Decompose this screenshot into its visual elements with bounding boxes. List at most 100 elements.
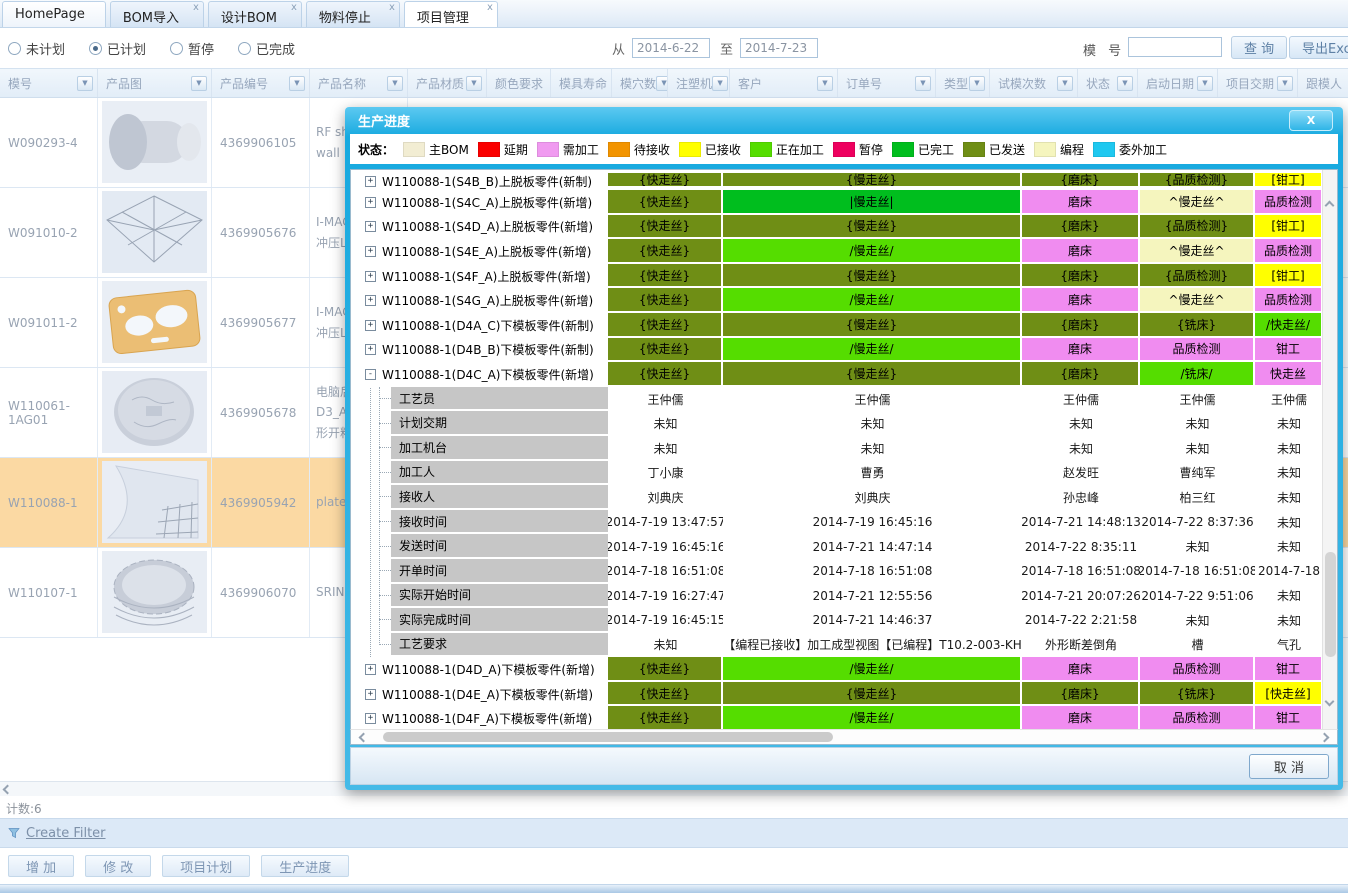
tab[interactable]: HomePage (2, 1, 106, 27)
expand-toggle-icon[interactable]: + (365, 713, 376, 724)
from-date-input[interactable] (632, 38, 710, 58)
tree-row[interactable]: + W110088-1(S4G_A)上脱板零件(新增) {快走丝} /慢走丝/ … (355, 288, 1323, 313)
tree-row[interactable]: + W110088-1(D4A_C)下模板零件(新制) {快走丝} {慢走丝} … (355, 313, 1323, 338)
tree-row[interactable]: + W110088-1(D4B_B)下模板零件(新制) {快走丝} /慢走丝/ … (355, 338, 1323, 363)
column-header[interactable]: 产品材质 ▼ (408, 69, 487, 97)
column-header[interactable]: 试模次数 ▼ (990, 69, 1078, 97)
vertical-scroll-thumb[interactable] (1325, 552, 1336, 657)
tab[interactable]: BOM导入 x (110, 1, 204, 27)
column-header[interactable]: 模穴数 ▼ (612, 69, 668, 97)
column-filter-icon[interactable]: ▼ (191, 76, 207, 91)
legend-swatch (608, 142, 630, 157)
add-button[interactable]: 增 加 (8, 855, 74, 877)
column-filter-icon[interactable]: ▼ (1117, 76, 1133, 91)
column-filter-icon[interactable]: ▼ (1197, 76, 1213, 91)
column-header[interactable]: 跟模人 ▼ (1298, 69, 1348, 97)
column-header[interactable]: 模号 ▼ (0, 69, 98, 97)
expand-toggle-icon[interactable]: + (365, 320, 376, 331)
tab-close-icon[interactable]: x (193, 3, 199, 13)
expand-toggle-icon[interactable]: - (365, 369, 376, 380)
column-header[interactable]: 颜色要求 ▼ (487, 69, 551, 97)
close-icon[interactable]: X (1289, 110, 1333, 131)
scroll-left-icon[interactable] (359, 733, 369, 743)
tree-row[interactable]: + W110088-1(D4F_A)下模板零件(新增) {快走丝} /慢走丝/ … (355, 706, 1323, 729)
tab-close-icon[interactable]: x (389, 3, 395, 13)
legend-swatch (1093, 142, 1115, 157)
dialog-vertical-scrollbar[interactable] (1322, 170, 1337, 729)
dialog-horizontal-scrollbar[interactable] (350, 729, 1338, 745)
column-header[interactable]: 客户 ▼ (730, 69, 838, 97)
tab[interactable]: 项目管理 x (404, 1, 498, 27)
column-filter-icon[interactable]: ▼ (817, 76, 833, 91)
search-button[interactable]: 查 询 (1231, 36, 1287, 59)
part-label: W110088-1(D4A_C)下模板零件(新制) (382, 317, 594, 334)
column-header[interactable]: 产品名称 ▼ (310, 69, 408, 97)
tree-row[interactable]: + W110088-1(S4E_A)上脱板零件(新增) {快走丝} /慢走丝/ … (355, 239, 1323, 264)
tab-close-icon[interactable]: x (487, 3, 493, 13)
detail-values: 2014-7-19 16:45:16 2014-7-21 14:47:14 20… (608, 534, 1323, 559)
column-filter-icon[interactable]: ▼ (969, 76, 985, 91)
expand-toggle-icon[interactable]: + (365, 271, 376, 282)
column-filter-icon[interactable]: ▼ (712, 76, 728, 91)
horizontal-scroll-thumb[interactable] (383, 732, 833, 742)
column-filter-icon[interactable]: ▼ (466, 76, 482, 91)
column-filter-icon[interactable]: ▼ (1277, 76, 1293, 91)
column-filter-icon[interactable]: ▼ (77, 76, 93, 91)
tab-close-icon[interactable]: x (291, 3, 297, 13)
legend-item-label: 待接收 (634, 141, 670, 158)
expand-toggle-icon[interactable]: + (365, 689, 376, 700)
expand-toggle-icon[interactable]: + (365, 197, 376, 208)
tree-row[interactable]: - W110088-1(D4C_A)下模板零件(新增) {快走丝} {慢走丝} … (355, 362, 1323, 387)
cancel-button[interactable]: 取 消 (1249, 754, 1329, 779)
expand-toggle-icon[interactable]: + (365, 221, 376, 232)
status-radio[interactable]: 已完成 (238, 39, 295, 58)
tree-row[interactable]: + W110088-1(D4D_A)下模板零件(新增) {快走丝} /慢走丝/ … (355, 657, 1323, 682)
tab[interactable]: 物料停止 x (306, 1, 400, 27)
scroll-left-icon[interactable] (3, 785, 13, 795)
tree-row[interactable]: + W110088-1(D4E_A)下模板零件(新增) {快走丝} {慢走丝} … (355, 682, 1323, 707)
create-filter-link[interactable]: Create Filter (26, 826, 106, 841)
radio-icon[interactable] (170, 42, 183, 55)
scroll-down-icon[interactable] (1325, 697, 1335, 707)
column-filter-icon[interactable]: ▼ (387, 76, 403, 91)
column-filter-icon[interactable]: ▼ (289, 76, 305, 91)
export-excel-button[interactable]: 导出Exce (1289, 36, 1348, 59)
radio-icon[interactable] (238, 42, 251, 55)
status-radio[interactable]: 暂停 (170, 39, 214, 58)
expand-toggle-icon[interactable]: + (365, 295, 376, 306)
status-radio[interactable]: 未计划 (8, 39, 65, 58)
scroll-up-icon[interactable] (1325, 201, 1335, 211)
column-header[interactable]: 启动日期 ▼ (1138, 69, 1218, 97)
tree-row[interactable]: + W110088-1(S4C_A)上脱板零件(新增) {快走丝} |慢走丝| … (355, 190, 1323, 215)
project-plan-button[interactable]: 项目计划 (162, 855, 250, 877)
status-radio[interactable]: 已计划 (89, 39, 146, 58)
modify-button[interactable]: 修 改 (85, 855, 151, 877)
expand-toggle-icon[interactable]: + (365, 344, 376, 355)
column-header[interactable]: 订单号 ▼ (838, 69, 936, 97)
column-filter-icon[interactable]: ▼ (656, 76, 668, 91)
mould-no-input[interactable] (1128, 37, 1222, 57)
column-header[interactable]: 类型 ▼ (936, 69, 990, 97)
production-progress-button[interactable]: 生产进度 (261, 855, 349, 877)
to-date-input[interactable] (740, 38, 818, 58)
expand-toggle-icon[interactable]: + (365, 246, 376, 257)
column-header[interactable]: 状态 ▼ (1078, 69, 1138, 97)
radio-icon[interactable] (8, 42, 21, 55)
radio-icon[interactable] (89, 42, 102, 55)
scroll-right-icon[interactable] (1320, 733, 1330, 743)
tree-row[interactable]: + W110088-1(S4F_A)上脱板零件(新增) {快走丝} {慢走丝} … (355, 264, 1323, 289)
tree-row[interactable]: + W110088-1(S4B_B)上脱板零件(新制) {快走丝} {慢走丝} … (355, 173, 1323, 190)
column-header[interactable]: 产品编号 ▼ (212, 69, 310, 97)
column-header[interactable]: 产品图 ▼ (98, 69, 212, 97)
column-header[interactable]: 项目交期 ▼ (1218, 69, 1298, 97)
detail-values: 未知 【编程已接收】加工成型视图【已编程】T10.2-003-KH 外形断差倒角… (608, 633, 1323, 658)
expand-toggle-icon[interactable]: + (365, 664, 376, 675)
column-header[interactable]: 注塑机 ▼ (668, 69, 730, 97)
column-filter-icon[interactable]: ▼ (915, 76, 931, 91)
expand-toggle-icon[interactable]: + (365, 176, 376, 187)
tab[interactable]: 设计BOM x (208, 1, 302, 27)
column-filter-icon[interactable]: ▼ (1057, 76, 1073, 91)
column-header[interactable]: 模具寿命 ▼ (551, 69, 612, 97)
tree-row[interactable]: + W110088-1(S4D_A)上脱板零件(新增) {快走丝} {慢走丝} … (355, 215, 1323, 240)
dialog-title-bar[interactable]: 生产进度 X (350, 107, 1338, 134)
